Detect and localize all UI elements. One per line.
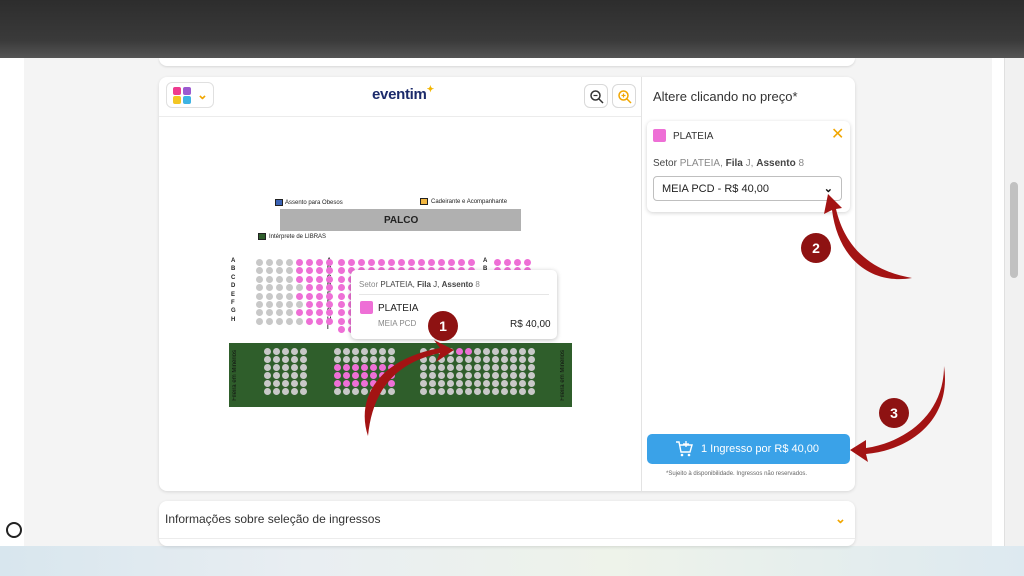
annotation-badge-1: 1 <box>428 311 458 341</box>
annotation-badge-2: 2 <box>801 233 831 263</box>
arrow-1 <box>364 340 454 436</box>
annotation-badge-3: 3 <box>879 398 909 428</box>
arrow-2 <box>824 194 912 280</box>
annotation-arrows <box>364 194 945 462</box>
